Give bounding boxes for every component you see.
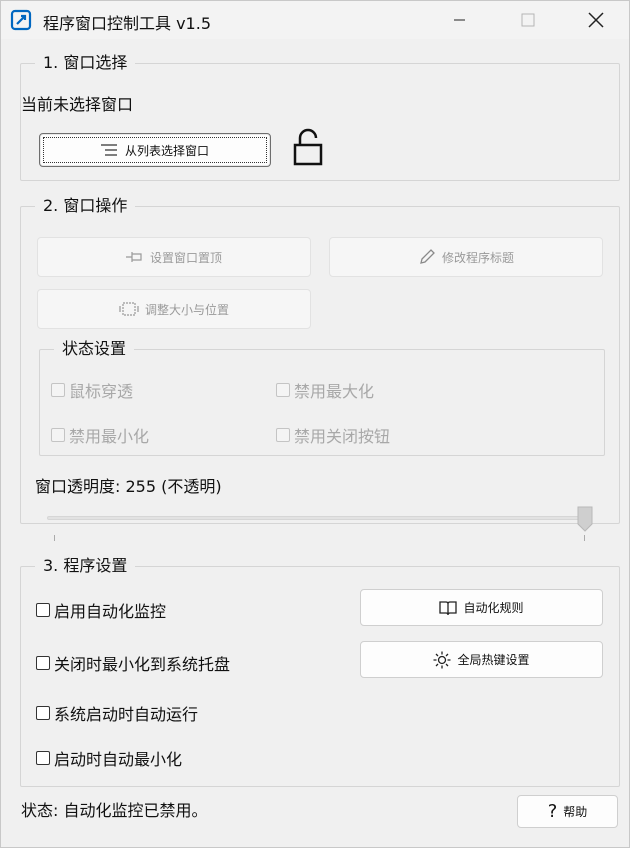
state-settings-title: 状态设置 xyxy=(54,339,135,359)
select-window-button[interactable]: 从列表选择窗口 xyxy=(39,133,271,167)
resize-position-button[interactable]: 调整大小与位置 xyxy=(37,289,311,329)
resize-icon xyxy=(119,302,139,316)
disable-maximize-checkbox[interactable]: 禁用最大化 xyxy=(276,378,374,402)
select-window-button-label: 从列表选择窗口 xyxy=(124,143,209,158)
automation-rules-button[interactable]: 自动化规则 xyxy=(360,589,603,626)
book-icon xyxy=(439,600,458,615)
checkbox-label: 禁用最小化 xyxy=(69,427,150,446)
app-logo-icon xyxy=(10,9,32,31)
checkbox-box xyxy=(51,383,65,397)
checkbox-box xyxy=(36,603,50,617)
click-through-checkbox[interactable]: 鼠标穿透 xyxy=(51,378,133,402)
autostart-checkbox[interactable]: 系统启动时自动运行 xyxy=(36,701,198,725)
section-title: 3. 程序设置 xyxy=(35,556,136,576)
minimize-button[interactable] xyxy=(425,1,495,39)
opacity-label: 窗口透明度: 255 (不透明) xyxy=(35,477,222,496)
close-icon xyxy=(588,12,604,28)
set-topmost-button[interactable]: 设置窗口置顶 xyxy=(37,237,311,277)
section-title: 1. 窗口选择 xyxy=(35,53,136,73)
minimize-to-tray-checkbox[interactable]: 关闭时最小化到系统托盘 xyxy=(36,651,230,675)
checkbox-box xyxy=(276,383,290,397)
automation-rules-label: 自动化规则 xyxy=(463,601,524,615)
pin-icon xyxy=(125,252,142,262)
window-title: 程序窗口控制工具 v1.5 xyxy=(43,14,212,33)
maximize-icon xyxy=(521,13,535,27)
minimize-icon xyxy=(454,19,465,21)
rename-title-label: 修改程序标题 xyxy=(441,250,514,265)
start-minimized-checkbox[interactable]: 启动时自动最小化 xyxy=(36,746,182,770)
checkbox-label: 禁用最大化 xyxy=(294,382,375,401)
title-bar[interactable]: 程序窗口控制工具 v1.5 xyxy=(1,1,629,39)
opacity-slider-thumb[interactable] xyxy=(577,506,593,532)
disable-close-checkbox[interactable]: 禁用关闭按钮 xyxy=(276,423,390,447)
question-icon: ? xyxy=(547,800,558,822)
app-window: 程序窗口控制工具 v1.5 1. 窗口选择 当前未选择窗口 从列表选择窗口 2.… xyxy=(0,0,630,848)
hotkey-settings-button[interactable]: 全局热键设置 xyxy=(360,641,603,678)
checkbox-box xyxy=(36,706,50,720)
rename-title-button[interactable]: 修改程序标题 xyxy=(329,237,603,277)
maximize-button[interactable] xyxy=(493,1,563,39)
checkbox-label: 启用自动化监控 xyxy=(54,602,167,621)
slider-tick xyxy=(584,535,585,541)
help-button-label: 帮助 xyxy=(563,805,588,819)
checkbox-box xyxy=(276,428,290,442)
resize-position-label: 调整大小与位置 xyxy=(144,302,229,317)
close-button[interactable] xyxy=(561,1,631,39)
opacity-slider-track[interactable] xyxy=(47,516,589,520)
gear-icon xyxy=(433,651,451,668)
checkbox-label: 鼠标穿透 xyxy=(69,382,134,401)
help-button[interactable]: ? 帮助 xyxy=(517,795,618,828)
section-title: 2. 窗口操作 xyxy=(35,196,136,216)
checkbox-label: 启动时自动最小化 xyxy=(54,750,183,769)
checkbox-box xyxy=(36,656,50,670)
auto-monitor-checkbox[interactable]: 启用自动化监控 xyxy=(36,598,166,622)
checkbox-label: 关闭时最小化到系统托盘 xyxy=(54,655,231,674)
hotkey-settings-label: 全局热键设置 xyxy=(457,653,530,667)
checkbox-box xyxy=(51,428,65,442)
checkbox-label: 禁用关闭按钮 xyxy=(294,427,391,446)
disable-minimize-checkbox[interactable]: 禁用最小化 xyxy=(51,423,149,447)
checkbox-box xyxy=(36,751,50,765)
status-text: 状态: 自动化监控已禁用。 xyxy=(21,801,208,820)
current-window-label: 当前未选择窗口 xyxy=(21,95,134,114)
list-icon xyxy=(100,144,117,156)
checkbox-label: 系统启动时自动运行 xyxy=(54,705,199,724)
pencil-icon xyxy=(420,249,435,264)
slider-tick xyxy=(54,535,55,541)
set-topmost-label: 设置窗口置顶 xyxy=(149,250,222,265)
lock-icon xyxy=(293,128,323,166)
